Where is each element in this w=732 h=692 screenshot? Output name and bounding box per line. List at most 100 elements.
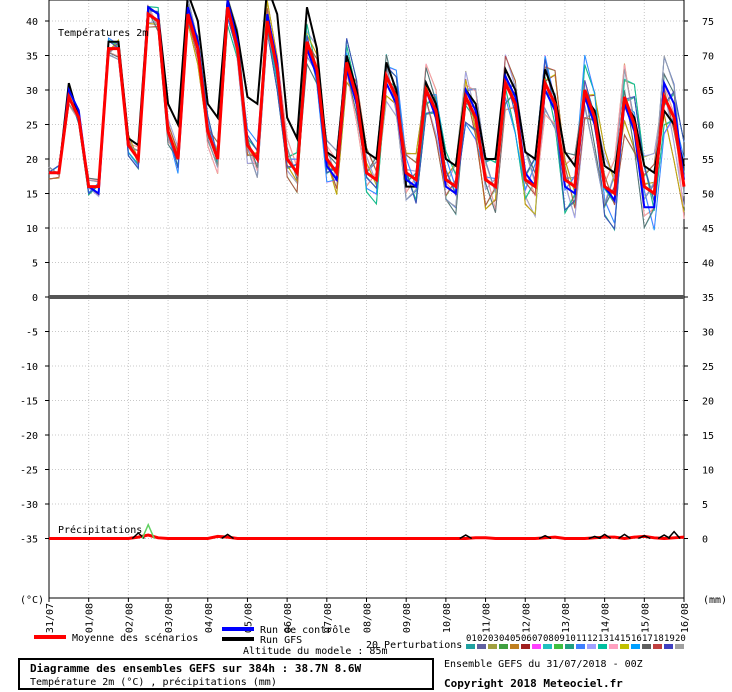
perturbation-number-18: 18 (653, 634, 664, 644)
left-tick-label: -15 (20, 397, 38, 408)
perturbation-number-20: 20 (675, 634, 686, 644)
x-tick-label: 09/08 (402, 603, 413, 633)
perturbation-swatch-06 (521, 644, 530, 649)
left-tick-label: 20 (26, 155, 38, 166)
footer-box: Diagramme des ensembles GEFS sur 384h : … (18, 658, 434, 690)
x-tick-label: 04/08 (204, 603, 215, 633)
perturbation-swatch-17 (642, 644, 651, 649)
left-tick-label: 40 (26, 17, 38, 28)
right-axis: 757065605550454035302520151050 (684, 17, 714, 546)
x-tick-label: 03/08 (164, 603, 175, 633)
perturbation-number-02: 02 (477, 634, 488, 644)
left-tick-label: -5 (26, 328, 38, 339)
perturbation-swatch-01 (466, 644, 475, 649)
right-tick-label: 75 (702, 17, 714, 28)
x-tick-label: 13/08 (561, 603, 572, 633)
perturbation-number-07: 07 (532, 634, 543, 644)
perturbation-number-19: 19 (664, 634, 675, 644)
perturbation-number-09: 09 (554, 634, 565, 644)
left-tick-label: -20 (20, 431, 38, 442)
right-tick-label: 65 (702, 86, 714, 97)
footer-subtitle: Température 2m (°C) , précipitations (mm… (30, 677, 277, 688)
legend-mean-label: Moyenne des scénarios (72, 632, 198, 644)
right-tick-label: 70 (702, 52, 714, 63)
run-info: Ensemble GEFS du 31/07/2018 - 00Z (444, 659, 643, 670)
perturbation-number-10: 10 (565, 634, 576, 644)
right-tick-label: 25 (702, 362, 714, 373)
perturbation-number-01: 01 (466, 634, 477, 644)
left-axis: 40 35 30 25 20 15 10 5 0 -5 -10 -15 -20 -25 -30 -35 (20, 17, 49, 546)
gefs-ensemble-chart: 4035302520151050-5-10-15-20-25-30-35 757… (20, 0, 727, 657)
right-tick-label: 0 (702, 535, 708, 546)
footer-title: Diagramme des ensembles GEFS sur 384h : … (30, 662, 362, 675)
perturbation-swatch-07 (532, 644, 541, 649)
right-unit-label: (mm) (703, 595, 727, 606)
temperature-panel-label: Températures 2m (58, 27, 148, 39)
right-tick-label: 45 (702, 224, 714, 235)
left-tick-label: -30 (20, 500, 38, 511)
perturbation-swatch-10 (565, 644, 574, 649)
perturbation-number-16: 16 (631, 634, 642, 644)
right-tick-label: 60 (702, 121, 714, 132)
left-tick-label: 5 (32, 259, 38, 270)
precip-panel-label: Précipitations (58, 524, 142, 536)
perturbation-swatch-05 (510, 644, 519, 649)
left-tick-label: 25 (26, 121, 38, 132)
legend-perturbations-label: 20 Perturbations (366, 640, 462, 651)
perturbation-swatch-13 (598, 644, 607, 649)
perturbation-number-03: 03 (488, 634, 499, 644)
left-tick-label: -10 (20, 362, 38, 373)
perturbation-swatch-04 (499, 644, 508, 649)
perturbation-number-06: 06 (521, 634, 532, 644)
perturbation-swatch-09 (554, 644, 563, 649)
right-tick-label: 30 (702, 328, 714, 339)
left-tick-label: 35 (26, 52, 38, 63)
right-tick-label: 50 (702, 190, 714, 201)
x-tick-label: 15/08 (640, 603, 651, 633)
left-tick-label: 30 (26, 86, 38, 97)
perturbation-number-11: 11 (576, 634, 587, 644)
x-tick-label: 14/08 (601, 603, 612, 633)
right-tick-label: 40 (702, 259, 714, 270)
perturbation-number-15: 15 (620, 634, 631, 644)
right-tick-label: 35 (702, 293, 714, 304)
x-tick-label: 10/08 (442, 603, 453, 633)
perturbation-swatch-03 (488, 644, 497, 649)
perturbation-legend: 01 02 03 04 05 06 07 08 09 10 11 12 13 14 15 16 17 18 19 20 (466, 634, 686, 649)
perturbation-swatch-12 (587, 644, 596, 649)
legend-gfs-label: Run GFS (260, 635, 302, 646)
perturbation-number-14: 14 (609, 634, 620, 644)
perturbation-swatch-20 (675, 644, 684, 649)
perturbation-swatch-02 (477, 644, 486, 649)
x-tick-label: 02/08 (124, 603, 135, 633)
perturbation-swatch-14 (609, 644, 618, 649)
right-tick-label: 5 (702, 500, 708, 511)
perturbation-swatch-18 (653, 644, 662, 649)
right-tick-label: 20 (702, 397, 714, 408)
perturbation-number-05: 05 (510, 634, 521, 644)
x-tick-label: 12/08 (521, 603, 532, 633)
perturbation-number-04: 04 (499, 634, 510, 644)
perturbation-swatch-16 (631, 644, 640, 649)
left-tick-label: 15 (26, 190, 38, 201)
right-tick-label: 15 (702, 431, 714, 442)
copyright: Copyright 2018 Meteociel.fr (444, 677, 623, 690)
perturbation-number-13: 13 (598, 634, 609, 644)
perturbation-swatch-19 (664, 644, 673, 649)
perturbation-swatch-15 (620, 644, 629, 649)
right-tick-label: 10 (702, 466, 714, 477)
x-tick-label: 08/08 (363, 603, 374, 633)
left-tick-label: -25 (20, 466, 38, 477)
right-tick-label: 55 (702, 155, 714, 166)
perturbation-number-17: 17 (642, 634, 653, 644)
x-axis: 31/07 01/08 02/08 03/08 04/08 05/08 06/08 07/08… (45, 598, 691, 633)
left-tick-label: 0 (32, 293, 38, 304)
x-tick-label: 11/08 (482, 603, 493, 633)
perturbation-number-12: 12 (587, 634, 598, 644)
left-tick-label: -35 (20, 535, 38, 546)
left-tick-label: 10 (26, 224, 38, 235)
perturbation-line-07 (48, 9, 685, 230)
perturbation-swatch-08 (543, 644, 552, 649)
perturbation-swatch-11 (576, 644, 585, 649)
x-tick-label: 01/08 (85, 603, 96, 633)
